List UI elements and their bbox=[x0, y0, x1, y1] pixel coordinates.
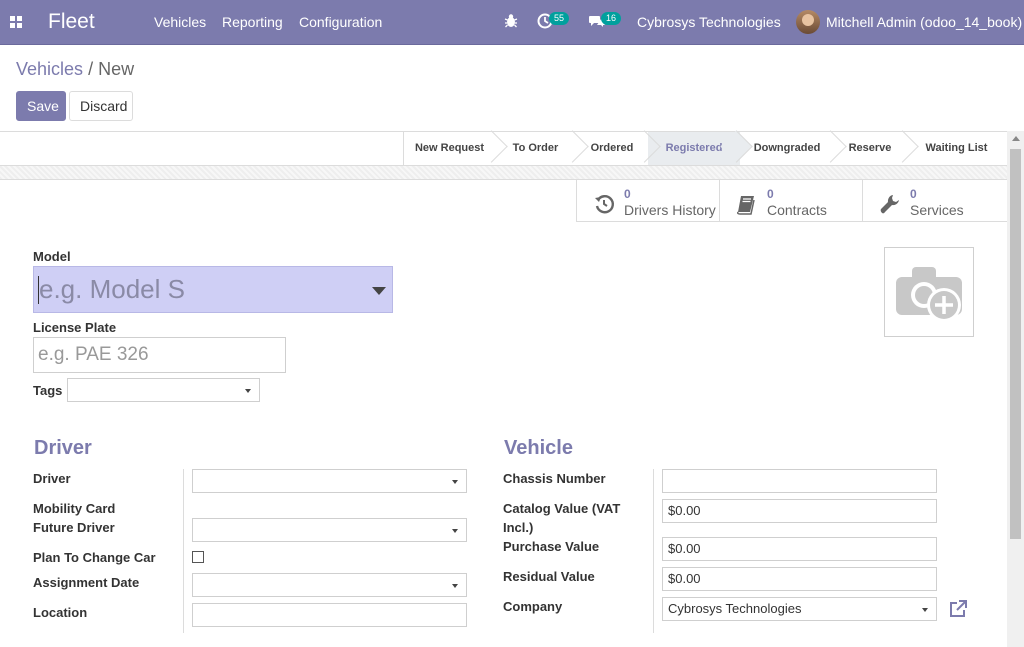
scroll-up-icon[interactable] bbox=[1012, 136, 1020, 141]
breadcrumb-separator: / bbox=[88, 59, 94, 79]
stage-statusbar: New Request To Order Ordered Registered … bbox=[0, 131, 1007, 166]
catalog-value-input[interactable]: $0.00 bbox=[662, 499, 937, 523]
location-input[interactable] bbox=[192, 603, 467, 627]
sheet-background bbox=[0, 166, 1007, 179]
model-dropdown-icon[interactable] bbox=[372, 287, 386, 295]
tags-label: Tags bbox=[33, 383, 63, 398]
driver-section-title: Driver bbox=[34, 437, 92, 459]
stage-new-request[interactable]: New Request bbox=[403, 132, 495, 165]
mobility-card-label: Mobility Card bbox=[33, 501, 116, 516]
discard-button[interactable]: Discard bbox=[69, 91, 133, 121]
vertical-scrollbar[interactable] bbox=[1007, 131, 1024, 647]
contracts-count: 0 bbox=[767, 187, 774, 201]
purchase-value-label: Purchase Value bbox=[503, 539, 600, 554]
book-icon bbox=[737, 196, 755, 215]
company-value: Cybrosys Technologies bbox=[668, 601, 802, 616]
future-driver-label: Future Driver bbox=[33, 520, 115, 535]
model-input[interactable]: e.g. Model S bbox=[33, 266, 393, 313]
camera-plus-icon bbox=[896, 267, 962, 322]
catalog-value-label: Catalog Value (VAT bbox=[503, 501, 621, 516]
user-avatar[interactable] bbox=[796, 10, 820, 34]
assignment-date-label: Assignment Date bbox=[33, 575, 140, 590]
menu-reporting[interactable]: Reporting bbox=[222, 14, 283, 30]
external-link-icon[interactable] bbox=[948, 599, 968, 619]
location-label: Location bbox=[33, 605, 88, 620]
company-dropdown-icon bbox=[922, 608, 928, 612]
company-select[interactable]: Cybrosys Technologies bbox=[662, 597, 937, 621]
driver-input[interactable] bbox=[192, 469, 467, 493]
bug-icon[interactable] bbox=[504, 13, 518, 29]
tags-input[interactable] bbox=[67, 378, 260, 402]
driver-divider bbox=[183, 469, 184, 633]
residual-value-input[interactable]: $0.00 bbox=[662, 567, 937, 591]
text-cursor bbox=[38, 276, 39, 304]
stage-waiting-list[interactable]: Waiting List bbox=[906, 132, 1007, 165]
activity-count-badge: 55 bbox=[549, 12, 570, 25]
assignment-date-dropdown-icon bbox=[452, 584, 458, 588]
vehicle-divider bbox=[653, 469, 654, 633]
assignment-date-input[interactable] bbox=[192, 573, 467, 597]
contracts-label: Contracts bbox=[767, 202, 827, 218]
services-count: 0 bbox=[910, 187, 917, 201]
vehicle-section-title: Vehicle bbox=[504, 437, 573, 459]
stage-ordered[interactable]: Ordered bbox=[576, 132, 648, 165]
user-menu[interactable]: Mitchell Admin (odoo_14_book) bbox=[826, 14, 1022, 30]
history-icon bbox=[595, 195, 614, 214]
stage-reserve[interactable]: Reserve bbox=[834, 132, 906, 165]
message-count-badge: 16 bbox=[601, 12, 622, 25]
chassis-number-input[interactable] bbox=[662, 469, 937, 493]
stage-to-order[interactable]: To Order bbox=[495, 132, 576, 165]
breadcrumb: Vehicles / New bbox=[16, 59, 134, 80]
license-plate-label: License Plate bbox=[33, 320, 117, 335]
contracts-button[interactable]: 0 Contracts bbox=[719, 180, 862, 222]
company-label: Company bbox=[503, 599, 563, 614]
menu-configuration[interactable]: Configuration bbox=[299, 14, 382, 30]
tags-dropdown-icon bbox=[245, 389, 251, 393]
model-label: Model bbox=[33, 249, 71, 264]
stage-downgraded[interactable]: Downgraded bbox=[740, 132, 834, 165]
stage-registered[interactable]: Registered bbox=[648, 132, 740, 165]
catalog-value-label-cont: Incl.) bbox=[503, 520, 534, 535]
services-label: Services bbox=[910, 202, 964, 218]
future-driver-input[interactable] bbox=[192, 518, 467, 542]
company-switcher[interactable]: Cybrosys Technologies bbox=[637, 14, 781, 30]
drivers-history-count: 0 bbox=[624, 187, 631, 201]
plan-change-car-label: Plan To Change Car bbox=[33, 550, 156, 565]
top-navbar: Fleet Vehicles Reporting Configuration 5… bbox=[0, 0, 1024, 45]
residual-value-label: Residual Value bbox=[503, 569, 595, 584]
scrollbar-thumb[interactable] bbox=[1010, 149, 1021, 539]
license-plate-input[interactable]: e.g. PAE 326 bbox=[33, 337, 286, 373]
breadcrumb-current: New bbox=[98, 59, 135, 79]
menu-vehicles[interactable]: Vehicles bbox=[154, 14, 206, 30]
wrench-icon bbox=[880, 195, 899, 214]
apps-menu-icon[interactable] bbox=[10, 16, 22, 28]
chassis-number-label: Chassis Number bbox=[503, 471, 606, 486]
services-button[interactable]: 0 Services bbox=[862, 180, 1007, 222]
driver-label: Driver bbox=[33, 471, 71, 486]
vehicle-image-upload[interactable] bbox=[884, 247, 974, 337]
driver-dropdown-icon bbox=[452, 480, 458, 484]
future-driver-dropdown-icon bbox=[452, 529, 458, 533]
breadcrumb-vehicles-link[interactable]: Vehicles bbox=[16, 59, 83, 79]
purchase-value-input[interactable]: $0.00 bbox=[662, 537, 937, 561]
save-button[interactable]: Save bbox=[16, 91, 66, 121]
app-brand[interactable]: Fleet bbox=[48, 10, 95, 34]
drivers-history-label: Drivers History bbox=[624, 202, 716, 218]
plan-change-car-checkbox[interactable] bbox=[192, 551, 204, 563]
model-placeholder: e.g. Model S bbox=[39, 274, 185, 304]
drivers-history-button[interactable]: 0 Drivers History bbox=[576, 180, 719, 222]
